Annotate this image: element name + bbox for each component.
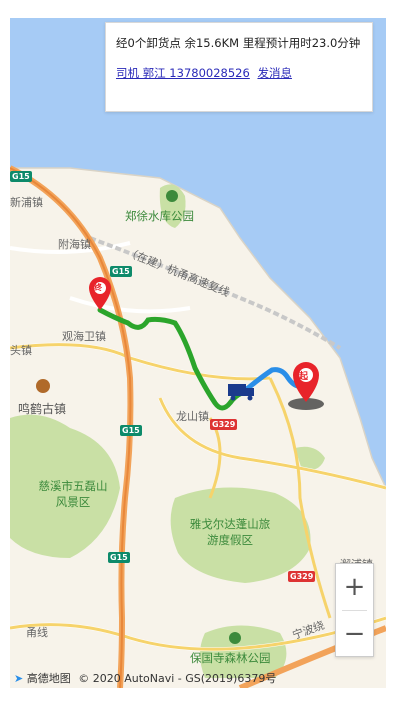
shield-g15: G15 [108, 552, 130, 563]
shield-g329: G329 [210, 419, 238, 430]
poi-icon [36, 379, 50, 393]
label-cixi: 慈溪市五磊山风景区 [38, 479, 108, 509]
info-window: 经0个卸货点 余15.6KM 里程预计用时23.0分钟 司机 郭江 137800… [105, 22, 373, 112]
driver-link[interactable]: 司机 郭江 13780028526 [116, 66, 250, 80]
shield-g329: G329 [288, 571, 316, 582]
label-baoguo: 保国寺森林公园 [190, 651, 271, 665]
map-copyright: ➤ 高德地图 © 2020 AutoNavi - GS(2019)6379号 [14, 670, 276, 686]
label-tou: 头镇 [10, 344, 32, 357]
label-fuhai: 附海镇 [58, 238, 91, 251]
label-zhengxu: 郑徐水库公园 [125, 209, 194, 223]
shield-g15: G15 [10, 171, 32, 182]
end-marker-label: 终 [94, 283, 102, 292]
shield-g15: G15 [110, 266, 132, 277]
amap-logo-icon: ➤ [14, 672, 24, 685]
zoom-in-button[interactable]: + [336, 564, 373, 610]
driver-row: 司机 郭江 13780028526 发消息 [116, 65, 362, 81]
start-marker-label: 起 [299, 372, 309, 382]
label-xinpu: 新浦镇 [10, 196, 43, 209]
label-minghe: 鸣鹤古镇 [18, 402, 67, 416]
label-yageer: 雅戈尔达蓬山旅游度假区 [189, 517, 271, 547]
trip-summary: 经0个卸货点 余15.6KM 里程预计用时23.0分钟 [116, 36, 361, 50]
label-longshan: 龙山镇 [176, 410, 209, 423]
shield-g15: G15 [120, 425, 142, 436]
zoom-control: + − [335, 563, 374, 657]
label-line: 甬线 [26, 626, 48, 639]
label-guanhaiwei: 观海卫镇 [62, 330, 106, 343]
send-message-link[interactable]: 发消息 [257, 66, 292, 80]
map-base [10, 18, 386, 688]
zoom-out-button[interactable]: − [336, 611, 373, 657]
brand-name: 高德地图 [26, 672, 71, 685]
map-canvas[interactable]: 新浦镇 郑徐水库公园 附海镇 （在建）杭甬高速复线 观海卫镇 头镇 鸣鹤古镇 龙… [10, 18, 386, 688]
copyright-text: © 2020 AutoNavi - GS(2019)6379号 [78, 672, 277, 685]
